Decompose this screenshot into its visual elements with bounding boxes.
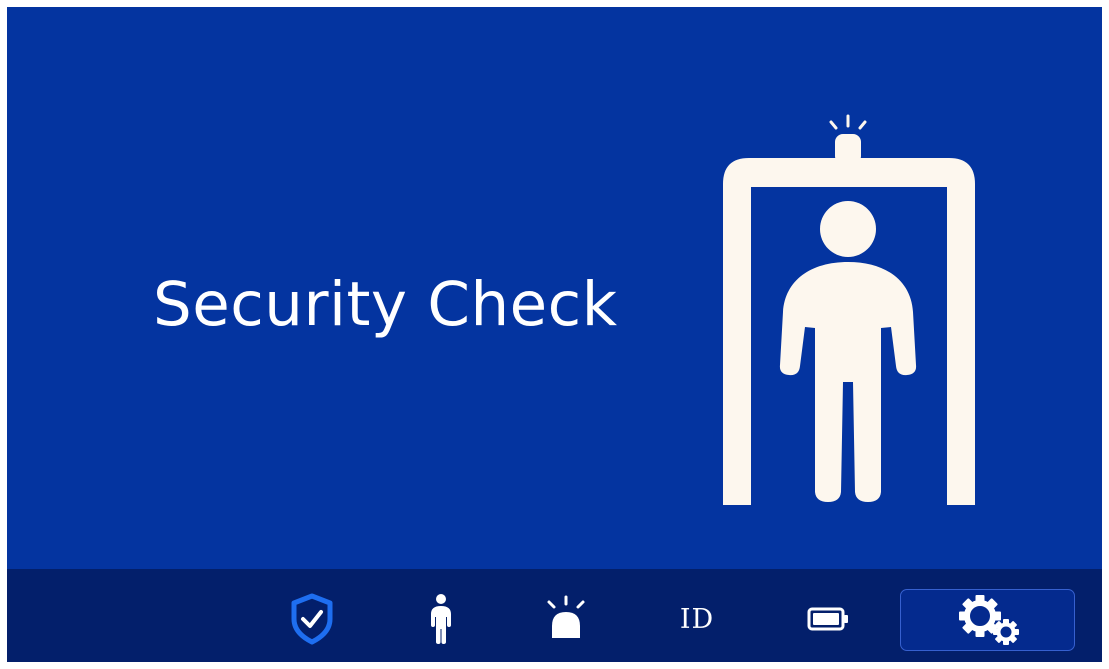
alarm-light-icon: [547, 595, 585, 638]
bottom-toolbar: ID: [7, 569, 1102, 662]
gate-alarm-light-icon: [829, 114, 867, 164]
shield-check-button[interactable]: [285, 589, 339, 649]
gate-person-figure: [779, 201, 917, 502]
settings-button[interactable]: [900, 589, 1075, 651]
battery-icon: [807, 607, 848, 631]
id-label: ID: [679, 603, 715, 635]
id-button[interactable]: ID: [675, 589, 719, 649]
battery-button[interactable]: [804, 589, 854, 649]
page-title: Security Check: [153, 269, 618, 340]
person-button[interactable]: [421, 589, 461, 649]
security-check-screen: Security Check ID: [7, 7, 1102, 662]
gears-icon: [958, 595, 1019, 645]
metal-detector-gate-person-icon: [723, 114, 975, 505]
shield-check-icon: [291, 593, 333, 645]
person-icon: [431, 594, 451, 644]
alarm-button[interactable]: [542, 589, 590, 649]
